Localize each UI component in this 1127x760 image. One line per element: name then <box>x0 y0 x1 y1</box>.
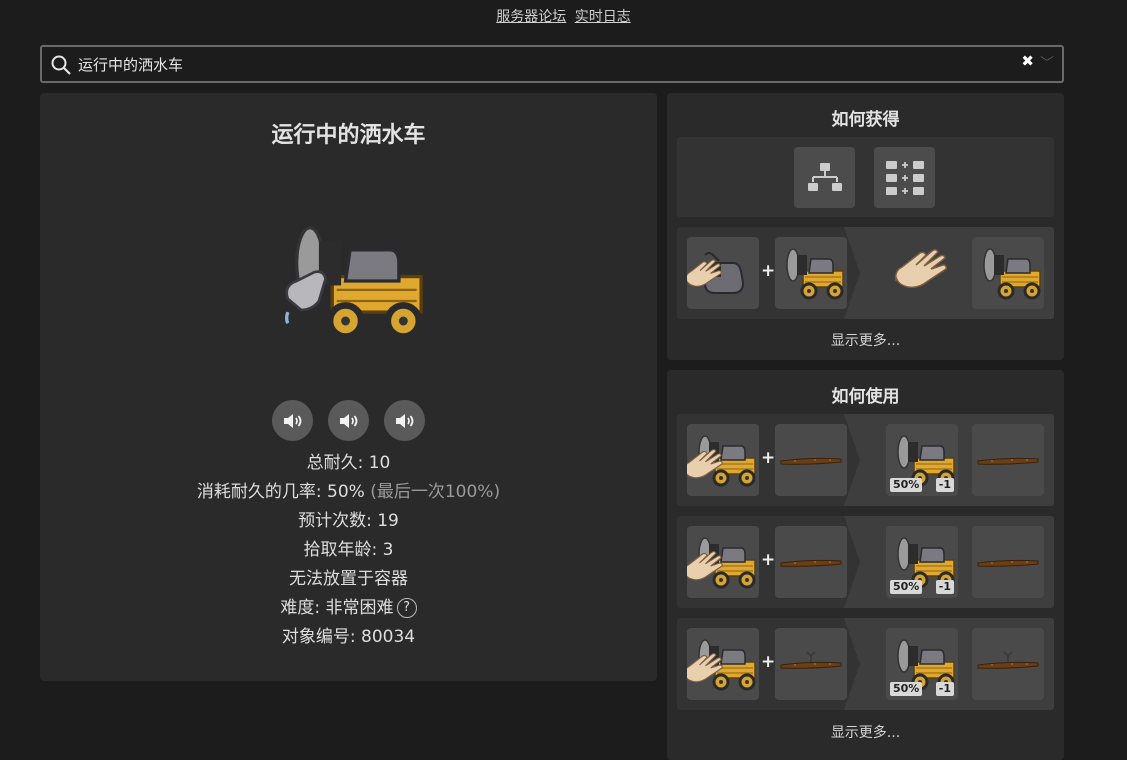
ingredient-slot[interactable] <box>687 237 759 309</box>
result-slot[interactable] <box>972 237 1044 309</box>
decay-badge: -1 <box>935 580 954 594</box>
chance-badge: 50% <box>890 580 923 594</box>
plus-sign: + <box>761 448 776 468</box>
plus-sign: + <box>761 550 776 570</box>
stat-consume-rate-value: 消耗耐久的几率: 50% <box>196 482 365 502</box>
speaker-icon <box>337 409 361 433</box>
obtain-recipe-row: + <box>677 227 1054 319</box>
result-hand-slot[interactable] <box>886 237 958 309</box>
stick-item-icon <box>775 424 847 496</box>
stat-pickup-age: 拾取年龄: 3 <box>303 540 394 560</box>
plus-sign: + <box>761 652 776 672</box>
decay-badge: -1 <box>935 682 954 696</box>
recipe-grid-icon <box>885 160 924 195</box>
chance-badge: 50% <box>890 478 923 492</box>
held-sprinkler-cart-icon <box>687 424 759 496</box>
use-recipe-row: + 50% -1 <box>677 516 1054 608</box>
ingredient-slot[interactable] <box>775 526 847 598</box>
stick-item-icon <box>972 424 1044 496</box>
sound-button-2[interactable] <box>328 400 369 441</box>
ingredient-slot[interactable] <box>687 526 759 598</box>
result-slot[interactable]: 50% -1 <box>886 424 958 496</box>
ingredient-slot[interactable] <box>775 628 847 700</box>
ingredient-slot[interactable] <box>687 628 759 700</box>
sound-buttons <box>40 400 657 441</box>
result-slot[interactable]: 50% -1 <box>886 628 958 700</box>
result-slot[interactable]: 50% -1 <box>886 526 958 598</box>
ingredient-slot[interactable] <box>687 424 759 496</box>
item-image <box>285 201 430 361</box>
item-detail-panel: 运行中的洒水车 总耐久: 10 消耗耐久的几率: 50% (最后一次100%) … <box>40 93 657 681</box>
clear-icon[interactable]: ✖ <box>1021 52 1034 70</box>
obtain-show-more-link[interactable]: 显示更多... <box>667 330 1064 350</box>
stat-object-id: 对象编号: 80034 <box>281 627 416 647</box>
sprinkler-cart-icon <box>775 237 847 309</box>
chance-badge: 50% <box>890 682 923 696</box>
obtain-title: 如何获得 <box>831 110 900 130</box>
hand-icon <box>886 237 958 309</box>
stick-item-icon <box>972 526 1044 598</box>
result-slot[interactable] <box>972 424 1044 496</box>
stat-estimated-uses: 预计次数: 19 <box>298 511 399 531</box>
result-slot[interactable] <box>972 628 1044 700</box>
ingredient-slot[interactable] <box>775 424 847 496</box>
ingredient-slot[interactable] <box>775 237 847 309</box>
stat-difficulty: 难度: 非常困难? <box>40 594 657 623</box>
tree-view-button[interactable] <box>794 147 855 208</box>
decay-badge: -1 <box>935 478 954 492</box>
held-sprinkler-cart-icon <box>687 526 759 598</box>
search-bar: ✖ ﹀ <box>40 45 1064 83</box>
use-recipe-row: + 50% -1 <box>677 618 1054 710</box>
chevron-down-icon[interactable]: ﹀ <box>1040 53 1054 73</box>
search-icon <box>51 55 71 75</box>
stick-item-icon <box>775 526 847 598</box>
stat-consume-rate: 消耗耐久的几率: 50% (最后一次100%) <box>40 478 657 507</box>
speaker-icon <box>281 409 305 433</box>
item-title: 运行中的洒水车 <box>271 123 426 148</box>
result-slot[interactable] <box>972 526 1044 598</box>
tree-icon <box>807 162 842 191</box>
live-log-link[interactable]: 实时日志 <box>575 9 631 25</box>
held-sprinkler-cart-icon <box>687 628 759 700</box>
tank-item-icon <box>687 237 759 309</box>
sound-button-3[interactable] <box>384 400 425 441</box>
stat-no-container: 无法放置于容器 <box>289 569 408 589</box>
how-to-use-panel: 如何使用 + 50% -1 + 50% -1 + 50% -1 显示更多... <box>667 370 1064 760</box>
grid-view-button[interactable] <box>874 147 935 208</box>
forum-link[interactable]: 服务器论坛 <box>496 9 566 25</box>
item-stats: 总耐久: 10 消耗耐久的几率: 50% (最后一次100%) 预计次数: 19… <box>40 449 657 652</box>
speaker-icon <box>393 409 417 433</box>
sprouted-stick-icon <box>972 628 1044 700</box>
sprouted-stick-icon <box>775 628 847 700</box>
stat-consume-rate-last: (最后一次100%) <box>370 482 501 502</box>
stat-durability: 总耐久: 10 <box>306 453 391 473</box>
view-toggle-box <box>677 137 1054 217</box>
top-links: 服务器论坛 实时日志 <box>0 6 1127 26</box>
use-title: 如何使用 <box>831 387 900 407</box>
sprinkler-cart-icon <box>972 237 1044 309</box>
search-input[interactable] <box>78 53 978 75</box>
how-to-obtain-panel: 如何获得 + 显示更多... <box>667 93 1064 360</box>
sound-button-1[interactable] <box>272 400 313 441</box>
use-recipe-row: + 50% -1 <box>677 414 1054 506</box>
stat-difficulty-value: 难度: 非常困难 <box>280 598 394 618</box>
use-show-more-link[interactable]: 显示更多... <box>667 722 1064 742</box>
plus-sign: + <box>761 261 776 281</box>
help-icon[interactable]: ? <box>396 598 417 618</box>
